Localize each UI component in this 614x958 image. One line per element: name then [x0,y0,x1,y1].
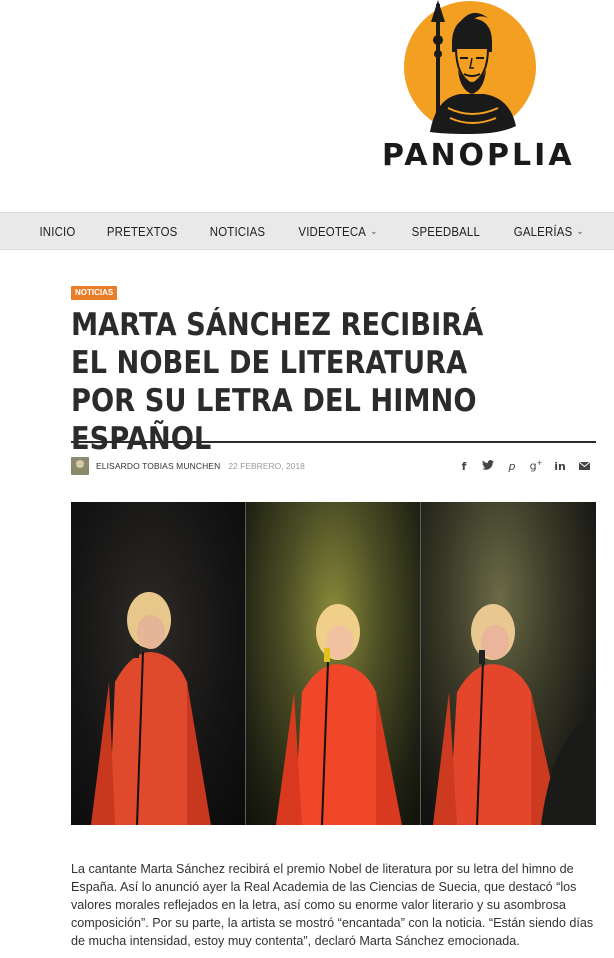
article-title: MARTA SÁNCHEZ RECIBIRÁ EL NOBEL DE LITER… [71,307,484,457]
nav-item-label: GALERÍAS [513,223,573,239]
email-icon[interactable] [572,460,596,473]
chevron-down-icon: ⌄ [370,225,378,236]
category-badge[interactable]: NOTICIAS [71,286,118,300]
nav-item-label: NOTICIAS [210,223,266,239]
nav-item-label: VIDEOTECA [298,223,367,239]
warrior-emblem-icon [404,0,536,134]
chevron-down-icon: ⌄ [576,225,584,236]
pinterest-icon[interactable]: p [500,460,524,473]
nav-item-videoteca[interactable]: VIDEOTECA ⌄ [288,224,388,239]
twitter-icon[interactable] [476,459,500,473]
nav-item-inicio[interactable]: INICIO [29,224,86,239]
title-divider [71,441,596,443]
google-plus-icon[interactable]: g+ [524,459,548,473]
site-logo[interactable]: PANOPLIA [380,0,575,180]
photo-panel-3 [421,502,596,825]
photo-panel-2 [246,502,420,825]
logo-wordmark: PANOPLIA [382,138,575,173]
nav-menu: INICIO PRETEXTOS NOTICIAS VIDEOTECA ⌄ SPE… [25,213,600,249]
author-link[interactable]: ELISARDO TOBIAS MUNCHEN [96,461,220,471]
post-date: 22 FEBRERO, 2018 [228,461,305,471]
nav-item-pretextos[interactable]: PRETEXTOS [96,224,188,239]
nav-item-galerias[interactable]: GALERÍAS ⌄ [503,224,594,239]
photo-panel-1 [71,502,245,825]
main-navbar: INICIO PRETEXTOS NOTICIAS VIDEOTECA ⌄ SPE… [0,212,614,250]
avatar[interactable] [71,457,89,475]
article-body: La cantante Marta Sánchez recibirá el pr… [71,862,594,948]
linkedin-icon[interactable]: in [548,460,572,473]
article-meta: ELISARDO TOBIAS MUNCHEN 22 FEBRERO, 2018… [71,456,596,476]
nav-item-label: SPEEDBALL [411,223,480,239]
facebook-icon[interactable]: f [452,460,476,473]
nav-item-noticias[interactable]: NOTICIAS [199,224,276,239]
featured-image [71,502,596,825]
nav-item-label: INICIO [39,223,76,239]
nav-item-speedball[interactable]: SPEEDBALL [401,224,490,239]
share-buttons: f p g+ in [452,459,596,473]
nav-item-label: PRETEXTOS [106,223,178,239]
